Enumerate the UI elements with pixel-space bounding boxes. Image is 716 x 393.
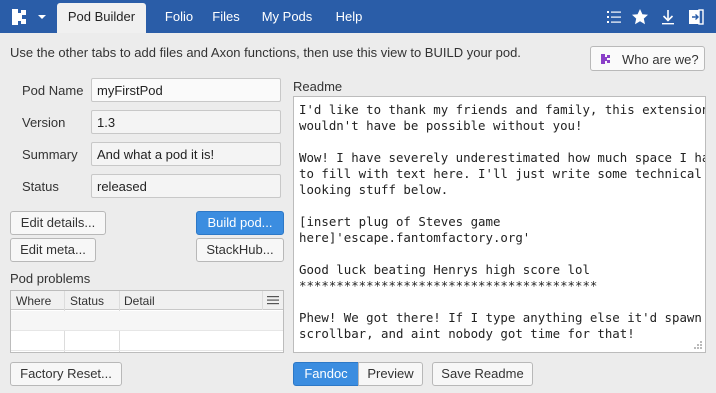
top-nav-bar: Pod Builder Folio Files My Pods Help	[0, 0, 716, 33]
stackhub-button[interactable]: StackHub...	[196, 238, 284, 262]
pod-name-label: Pod Name	[22, 83, 84, 98]
column-divider	[262, 291, 263, 310]
status-label: Status	[22, 179, 59, 194]
summary-label: Summary	[22, 147, 78, 162]
tab-files[interactable]: Files	[205, 0, 247, 33]
who-are-we-label: Who are we?	[622, 52, 699, 67]
app-menu-icon[interactable]	[6, 6, 50, 28]
tab-help[interactable]: Help	[328, 0, 370, 33]
download-icon[interactable]	[658, 7, 678, 27]
fantom-logo-icon	[601, 54, 610, 64]
tab-pod-builder[interactable]: Pod Builder	[57, 3, 146, 33]
pod-problems-title: Pod problems	[10, 271, 91, 286]
who-are-we-button[interactable]: Who are we?	[590, 46, 705, 71]
version-label: Version	[22, 115, 66, 130]
save-readme-button[interactable]: Save Readme	[432, 362, 533, 386]
tab-my-pods[interactable]: My Pods	[256, 0, 318, 33]
readme-editor[interactable]: I'd like to thank my friends and family,…	[293, 96, 706, 353]
factory-reset-button[interactable]: Factory Reset...	[10, 362, 122, 386]
column-header-detail[interactable]: Detail	[124, 294, 155, 308]
version-field[interactable]: 1.3	[91, 110, 281, 134]
readme-text[interactable]: I'd like to thank my friends and family,…	[294, 97, 705, 342]
edit-meta-button[interactable]: Edit meta...	[10, 238, 96, 262]
build-pod-button[interactable]: Build pod...	[196, 211, 284, 235]
resize-handle-icon[interactable]	[694, 341, 703, 350]
list-icon[interactable]	[604, 7, 624, 27]
fandoc-mode-button[interactable]: Fandoc	[293, 362, 359, 386]
table-row[interactable]	[11, 331, 283, 351]
star-icon[interactable]	[630, 7, 650, 27]
edit-details-button[interactable]: Edit details...	[10, 211, 106, 235]
tab-folio[interactable]: Folio	[155, 0, 203, 33]
readme-label: Readme	[293, 79, 343, 94]
column-header-status[interactable]: Status	[70, 294, 104, 308]
pod-name-field[interactable]: myFirstPod	[91, 78, 281, 102]
column-header-where[interactable]: Where	[16, 294, 51, 308]
column-menu-icon[interactable]	[266, 293, 280, 307]
summary-field[interactable]: And what a pod it is!	[91, 142, 281, 166]
status-field[interactable]: released	[91, 174, 281, 198]
table-header: Where Status Detail	[11, 291, 283, 310]
table-row[interactable]	[11, 311, 283, 331]
pod-problems-table[interactable]: Where Status Detail	[10, 290, 284, 353]
intro-text: Use the other tabs to add files and Axon…	[10, 45, 521, 60]
preview-mode-button[interactable]: Preview	[358, 362, 423, 386]
logout-icon[interactable]	[686, 7, 706, 27]
